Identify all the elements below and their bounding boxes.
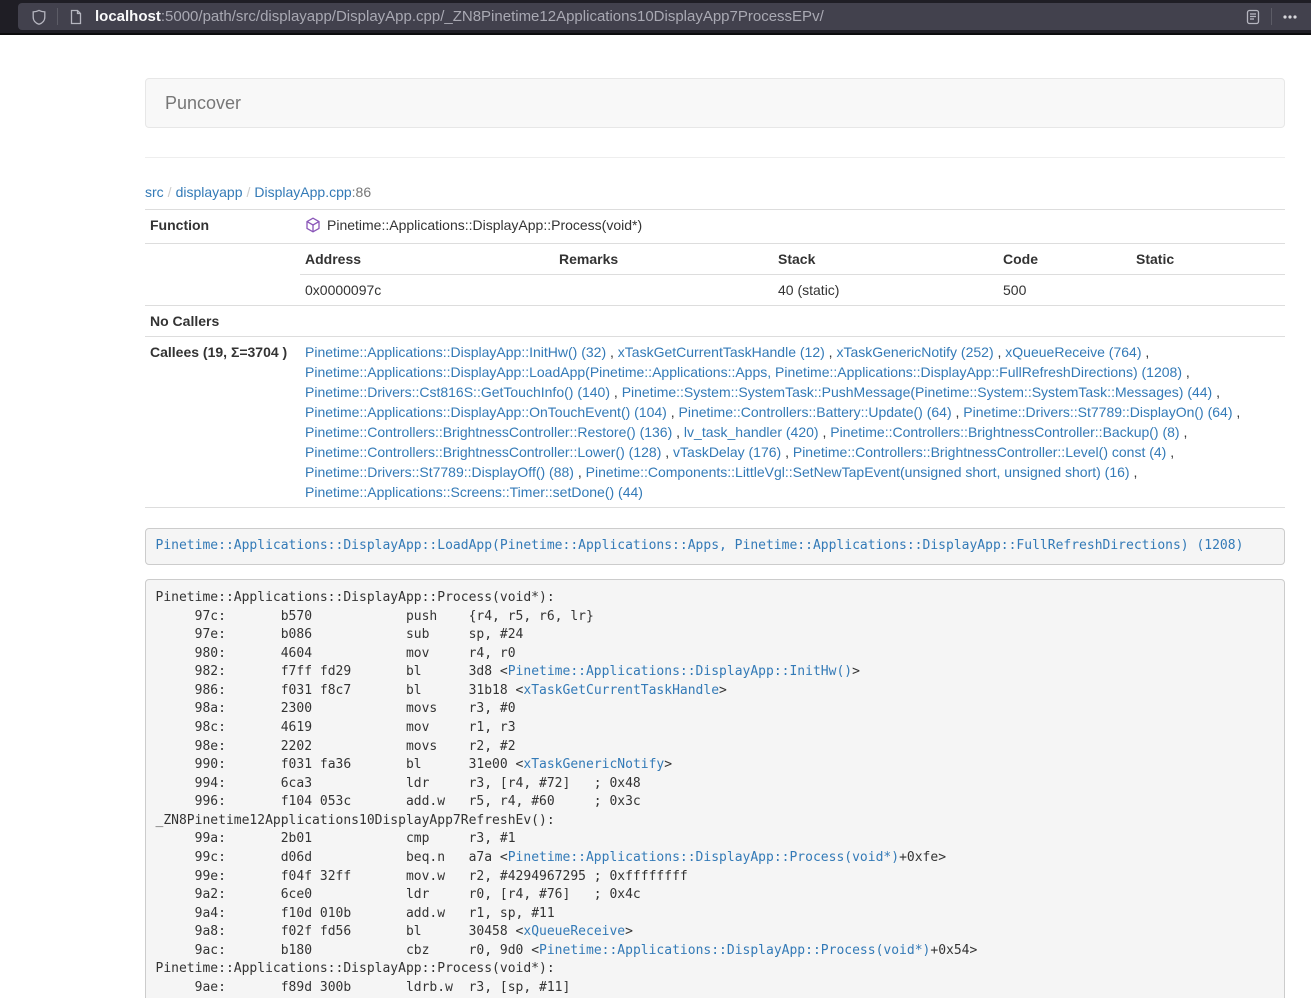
callee-link[interactable]: Pinetime::Drivers::Cst816S::GetTouchInfo… [305, 384, 610, 400]
code-symbol-link[interactable]: Pinetime::Applications::DisplayApp::Proc… [508, 850, 899, 865]
column-header-stack: Stack [773, 244, 998, 275]
code-symbol-link[interactable]: xTaskGenericNotify [523, 757, 664, 772]
code-symbol-link[interactable]: Pinetime::Applications::DisplayApp::Proc… [539, 943, 930, 958]
breadcrumb-separator: / [164, 184, 176, 200]
callee-link[interactable]: Pinetime::Controllers::BrightnessControl… [830, 424, 1179, 440]
callee-link[interactable]: xTaskGenericNotify (252) [836, 344, 993, 360]
disassembly-code: Pinetime::Applications::DisplayApp::Proc… [145, 579, 1285, 998]
url-text[interactable]: localhost:5000/path/src/displayapp/Displ… [95, 8, 1240, 25]
function-table: Function Pinetime::Applications::Display… [145, 209, 1285, 508]
no-callers-cell [300, 306, 1285, 337]
table-row: 0x0000097c 40 (static) 500 [300, 275, 1285, 306]
remarks-value [554, 275, 773, 306]
function-row: Function Pinetime::Applications::Display… [145, 210, 1285, 244]
callees-row: Callees (19, Σ=3704 ) Pinetime::Applicat… [145, 337, 1285, 508]
metrics-row-spacer [145, 244, 300, 306]
breadcrumb: src/displayapp/DisplayApp.cpp:86 [145, 182, 1285, 202]
url-path: :5000/path/src/displayapp/DisplayApp.cpp… [161, 8, 824, 25]
breadcrumb-line-number: :86 [352, 184, 371, 200]
breadcrumb-link-src[interactable]: src [145, 184, 164, 200]
app-navbar: Puncover [145, 78, 1285, 128]
callee-link[interactable]: Pinetime::Controllers::BrightnessControl… [305, 444, 661, 460]
address-value: 0x0000097c [300, 275, 554, 306]
function-label: Function [145, 210, 300, 244]
metrics-row: Address Remarks Stack Code Static 0x0000… [145, 244, 1285, 306]
brand-link[interactable]: Puncover [165, 93, 241, 114]
callee-link[interactable]: Pinetime::Controllers::BrightnessControl… [793, 444, 1166, 460]
page-icon [63, 5, 89, 29]
metrics-table: Address Remarks Stack Code Static 0x0000… [300, 244, 1285, 305]
callee-link[interactable]: Pinetime::System::SystemTask::PushMessag… [622, 384, 1213, 400]
reader-mode-icon[interactable] [1240, 5, 1266, 29]
column-header-static: Static [1131, 244, 1285, 275]
column-header-code: Code [998, 244, 1131, 275]
toolbar-divider [1271, 8, 1272, 25]
column-header-remarks: Remarks [554, 244, 773, 275]
callee-link[interactable]: Pinetime::Controllers::BrightnessControl… [305, 424, 672, 440]
code-symbol-link[interactable]: xQueueReceive [523, 924, 625, 939]
cube-icon [305, 217, 321, 238]
browser-toolbar: localhost:5000/path/src/displayapp/Displ… [0, 0, 1311, 35]
function-name: Pinetime::Applications::DisplayApp::Proc… [327, 217, 642, 233]
breadcrumb-separator: / [243, 184, 255, 200]
no-callers-label: No Callers [145, 306, 300, 337]
code-value: 500 [998, 275, 1131, 306]
stack-value: 40 (static) [773, 275, 998, 306]
callee-link[interactable]: lv_task_handler (420) [684, 424, 819, 440]
url-bar[interactable]: localhost:5000/path/src/displayapp/Displ… [18, 3, 1311, 30]
callee-link[interactable]: Pinetime::Applications::Screens::Timer::… [305, 484, 643, 500]
callee-link[interactable]: xTaskGetCurrentTaskHandle (12) [618, 344, 825, 360]
urlbar-divider [57, 8, 58, 25]
no-callers-row: No Callers [145, 306, 1285, 337]
selected-callee-link[interactable]: Pinetime::Applications::DisplayApp::Load… [156, 538, 1244, 553]
callee-link[interactable]: Pinetime::Controllers::Battery::Update()… [679, 404, 952, 420]
breadcrumb-link-file[interactable]: DisplayApp.cpp [254, 184, 351, 200]
url-host: localhost [95, 8, 161, 25]
callee-link[interactable]: xQueueReceive (764) [1005, 344, 1141, 360]
shield-icon[interactable] [26, 5, 52, 29]
callee-link[interactable]: Pinetime::Applications::DisplayApp::OnTo… [305, 404, 667, 420]
callee-link[interactable]: vTaskDelay (176) [673, 444, 781, 460]
callee-link[interactable]: Pinetime::Components::LittleVgl::SetNewT… [586, 464, 1130, 480]
callee-link[interactable]: Pinetime::Drivers::St7789::DisplayOff() … [305, 464, 574, 480]
code-symbol-link[interactable]: xTaskGetCurrentTaskHandle [523, 683, 719, 698]
code-symbol-link[interactable]: Pinetime::Applications::DisplayApp::Init… [508, 664, 852, 679]
callee-link[interactable]: Pinetime::Drivers::St7789::DisplayOn() (… [963, 404, 1232, 420]
column-header-address: Address [300, 244, 554, 275]
selected-callee-box: Pinetime::Applications::DisplayApp::Load… [145, 528, 1285, 565]
breadcrumb-link-displayapp[interactable]: displayapp [176, 184, 243, 200]
divider [145, 157, 1285, 158]
callees-label: Callees (19, Σ=3704 ) [145, 337, 300, 508]
callee-link[interactable]: Pinetime::Applications::DisplayApp::Load… [305, 364, 1182, 380]
page-content: Puncover src/displayapp/DisplayApp.cpp:8… [145, 78, 1285, 998]
static-value [1131, 275, 1285, 306]
function-name-cell: Pinetime::Applications::DisplayApp::Proc… [300, 210, 1285, 244]
callees-list: Pinetime::Applications::DisplayApp::Init… [300, 337, 1285, 508]
callee-link[interactable]: Pinetime::Applications::DisplayApp::Init… [305, 344, 606, 360]
more-menu-icon[interactable] [1277, 5, 1303, 29]
